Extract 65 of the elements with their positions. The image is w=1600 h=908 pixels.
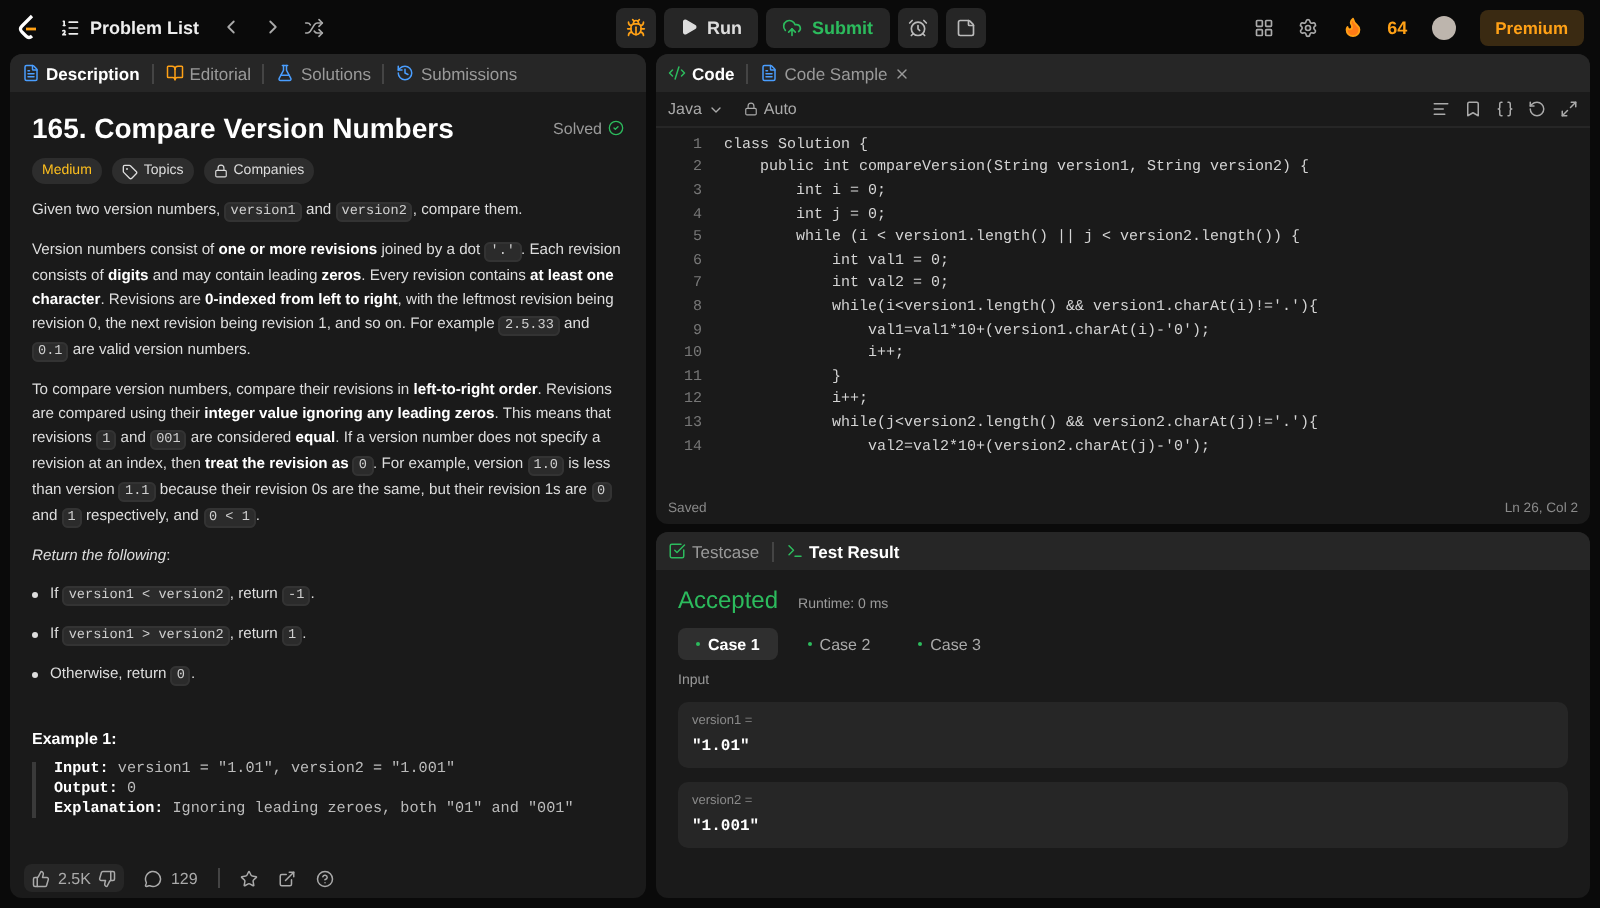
list-icon <box>60 17 80 37</box>
editor-tab[interactable]: Code <box>668 63 735 83</box>
comments-button[interactable]: 129 <box>144 869 198 887</box>
verdict: Accepted <box>678 586 779 614</box>
bug-icon <box>625 17 645 37</box>
note-button[interactable] <box>945 7 985 47</box>
reset-icon[interactable] <box>1528 100 1546 118</box>
panel-tab[interactable]: Editorial <box>165 63 251 83</box>
auto-mode[interactable]: Auto <box>743 100 797 118</box>
settings-icon[interactable] <box>1297 17 1318 37</box>
expand-icon[interactable] <box>1560 100 1578 118</box>
comment-icon <box>144 869 163 887</box>
thumbs-down-icon <box>98 869 117 887</box>
bookmark-icon[interactable] <box>1464 100 1482 118</box>
document-icon <box>22 64 40 82</box>
problem-title: 165. Compare Version Numbers <box>32 112 454 144</box>
check-icon <box>608 120 624 136</box>
solved-status: Solved <box>553 119 624 137</box>
panel-tab[interactable]: Description <box>22 63 140 83</box>
run-button[interactable]: Run <box>663 7 758 47</box>
case-tab[interactable]: Case 3 <box>900 628 1000 660</box>
checkbox-icon <box>668 542 686 560</box>
like-button[interactable]: 2.5K <box>24 864 125 892</box>
debug-button[interactable] <box>615 7 655 47</box>
example-heading: Example 1: <box>32 730 119 748</box>
panel-tab[interactable]: Submissions <box>396 63 518 83</box>
grid-icon[interactable] <box>1253 17 1274 37</box>
document-icon <box>760 64 779 82</box>
alarm-icon <box>907 17 927 37</box>
lock-icon <box>213 164 228 178</box>
history-icon <box>396 64 415 82</box>
variable-value: "1.01" <box>692 738 752 756</box>
language-selector[interactable]: Java <box>668 100 724 118</box>
upload-icon <box>782 17 802 37</box>
terminal-icon <box>785 542 804 560</box>
play-icon <box>679 18 697 36</box>
lock-icon <box>743 102 758 116</box>
braces-icon[interactable] <box>1496 100 1514 118</box>
result-tab[interactable]: Testcase <box>668 541 760 561</box>
close-icon[interactable] <box>893 65 910 81</box>
flame-icon <box>1341 16 1364 38</box>
editor-tab[interactable]: Code Sample <box>760 63 910 83</box>
share-icon[interactable] <box>277 869 296 887</box>
streak-count: 64 <box>1387 17 1408 37</box>
help-icon[interactable] <box>315 869 334 887</box>
book-icon <box>165 64 184 82</box>
variable-value: "1.001" <box>692 818 762 836</box>
tag-icon <box>121 163 138 179</box>
note-icon <box>955 17 975 37</box>
format-icon[interactable] <box>1432 100 1450 118</box>
premium-button[interactable]: Premium <box>1479 9 1584 45</box>
panel-tab[interactable]: Solutions <box>276 63 371 83</box>
star-icon[interactable] <box>239 869 258 887</box>
thumbs-up-icon <box>32 869 50 887</box>
case-tab[interactable]: Case 2 <box>789 628 889 660</box>
flask-icon <box>276 64 295 82</box>
avatar[interactable] <box>1431 15 1456 39</box>
problem-list-button[interactable]: Problem List <box>60 17 200 37</box>
submit-button[interactable]: Submit <box>766 7 889 47</box>
shuffle-icon[interactable] <box>303 17 324 37</box>
result-tab[interactable]: Test Result <box>785 541 900 561</box>
case-tab[interactable]: Case 1 <box>678 628 778 660</box>
logo-icon[interactable] <box>16 13 40 41</box>
alarm-button[interactable] <box>897 7 937 47</box>
code-icon <box>668 64 686 82</box>
